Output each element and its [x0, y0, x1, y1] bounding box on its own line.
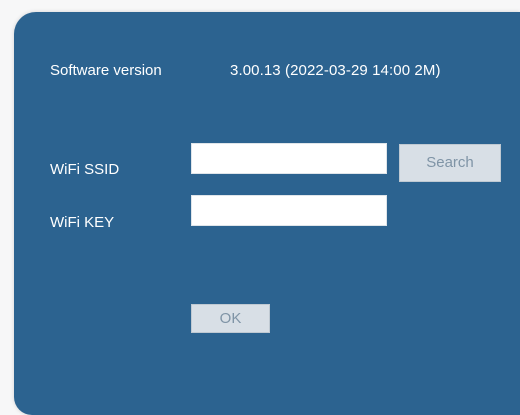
wifi-settings-panel: Software version 3.00.13 (2022-03-29 14:… [14, 12, 520, 415]
wifi-key-input[interactable] [191, 195, 387, 226]
wifi-ssid-input[interactable] [191, 143, 387, 174]
software-version-value: 3.00.13 (2022-03-29 14:00 2M) [230, 62, 441, 79]
software-version-label: Software version [50, 62, 162, 79]
ok-button[interactable]: OK [191, 304, 270, 333]
page-background: Software version 3.00.13 (2022-03-29 14:… [0, 0, 520, 415]
wifi-ssid-label: WiFi SSID [50, 161, 120, 178]
wifi-key-label: WiFi KEY [50, 214, 115, 231]
search-button[interactable]: Search [399, 144, 501, 182]
